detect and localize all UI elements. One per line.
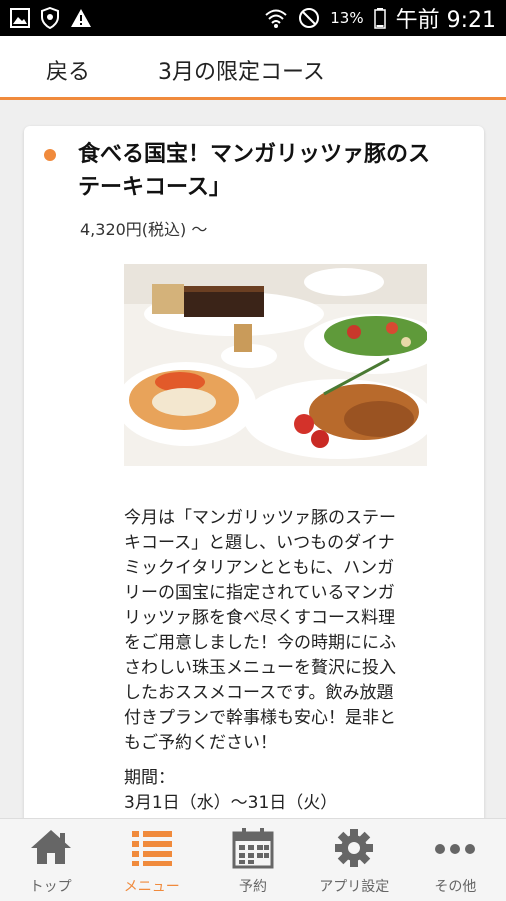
course-food-photo xyxy=(124,264,427,466)
tab-label: メニュー xyxy=(123,879,180,895)
description-line: ミックイタリアンとともに、ハンガ xyxy=(124,558,395,578)
back-button[interactable]: 戻る xyxy=(46,54,90,86)
clock: 午前 9:21 xyxy=(395,8,496,33)
shield-icon xyxy=(41,7,59,29)
tab-label: その他 xyxy=(434,879,477,895)
tab-other[interactable]: その他 xyxy=(405,819,506,901)
description-line: キコース」と題し、いつものダイナ xyxy=(124,533,395,553)
blocked-icon xyxy=(299,8,320,28)
wifi-icon xyxy=(265,9,287,28)
status-icons-right: 13% 午前 9:21 xyxy=(264,2,496,34)
tab-menu[interactable]: メニュー xyxy=(101,819,202,901)
gear-icon xyxy=(335,829,374,867)
description-line: したおススメコースです。飲み放題 xyxy=(124,683,394,703)
description-line: をご用意しました！今の時期ににふ xyxy=(124,633,396,653)
image-icon xyxy=(10,8,30,28)
course-description: 今月は「マンガリッツァ豚のステー キコース」と題し、いつものダイナ ミックイタリ… xyxy=(124,506,434,756)
description-line: リーの国宝に指定されているマンガ xyxy=(124,583,395,603)
course-card: 食べる国宝！マンガリッツァ豚のス テーキコース」 4,320円(税込) ～ 今月… xyxy=(24,126,484,826)
period-value: 3月1日（水）～31日（火） xyxy=(124,793,338,813)
tab-app-settings[interactable]: アプリ設定 xyxy=(304,819,405,901)
status-icons-left xyxy=(10,7,92,29)
description-line: リッツァ豚を食べ尽くすコース料理 xyxy=(124,608,396,628)
tab-label: 予約 xyxy=(239,879,267,895)
battery-percent: 13% xyxy=(330,9,364,27)
page-title: 3月の限定コース xyxy=(158,60,325,85)
bullet-dot xyxy=(44,149,56,161)
period-label: 期間： xyxy=(124,768,175,788)
course-price: 4,320円(税込) ～ xyxy=(80,220,208,239)
more-icon xyxy=(435,844,476,854)
menu-list-icon xyxy=(131,831,172,866)
navigation-bar: 戻る 3月の限定コース xyxy=(0,36,506,100)
course-title-line: 食べる国宝！マンガリッツァ豚のス xyxy=(78,142,431,167)
home-icon xyxy=(30,830,71,864)
course-title-line: テーキコース」 xyxy=(78,175,231,200)
calendar-icon xyxy=(232,828,274,869)
course-title: 食べる国宝！マンガリッツァ豚のス テーキコース」 xyxy=(78,138,478,204)
tab-label: アプリ設定 xyxy=(319,879,390,895)
tab-label: トップ xyxy=(29,879,72,895)
description-line: もご予約ください！ xyxy=(124,733,277,753)
bottom-tab-bar: トップ メニュー 予約 アプリ設定 その他 xyxy=(0,818,506,901)
description-line: 今月は「マンガリッツァ豚のステー xyxy=(124,508,396,528)
tab-top[interactable]: トップ xyxy=(0,819,101,901)
status-bar: 13% 午前 9:21 xyxy=(0,0,506,36)
tab-reservation[interactable]: 予約 xyxy=(202,819,303,901)
warning-icon xyxy=(71,9,91,27)
battery-icon xyxy=(373,8,386,29)
description-line: さわしい珠玉メニューを贅沢に投入 xyxy=(124,658,396,678)
description-line: 付きプランで幹事様も安心！是非と xyxy=(124,708,396,728)
